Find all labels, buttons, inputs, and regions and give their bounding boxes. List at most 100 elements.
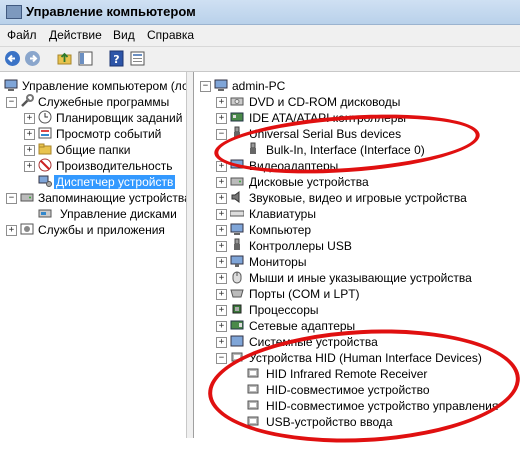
tree-label: Порты (COM и LPT)	[249, 287, 360, 301]
expand-icon[interactable]: +	[216, 177, 227, 188]
tree-label: Общие папки	[56, 143, 131, 157]
hid-icon	[231, 352, 243, 362]
tree-label: Управление компьютером (лока	[22, 79, 187, 93]
expand-icon[interactable]: +	[216, 241, 227, 252]
dvd-drive-icon	[230, 97, 244, 106]
tree-label: Контроллеры USB	[249, 239, 352, 253]
tree-label: Службы и приложения	[38, 223, 165, 237]
expand-icon[interactable]: +	[216, 161, 227, 172]
disk-drive-icon	[230, 177, 244, 186]
port-icon	[230, 289, 244, 298]
help-icon[interactable]: ?	[108, 50, 125, 67]
collapse-icon[interactable]: −	[216, 129, 227, 140]
tree-label-selected: Диспетчер устройств	[54, 175, 176, 189]
title-bar: Управление компьютером	[0, 0, 520, 25]
tree-label: Запоминающие устройства	[38, 191, 187, 205]
computer-management-icon	[6, 5, 22, 19]
expand-icon[interactable]: +	[216, 273, 227, 284]
tree-label: Процессоры	[249, 303, 319, 317]
svg-text:?: ?	[113, 53, 119, 66]
computer-management-icon	[4, 79, 18, 91]
tree-label: Мыши и иные указывающие устройства	[249, 271, 472, 285]
tree-label: Звуковые, видео и игровые устройства	[249, 191, 467, 205]
tree-label: Видеоадаптеры	[249, 159, 339, 173]
expand-icon[interactable]: +	[216, 209, 227, 220]
speaker-icon	[231, 191, 240, 203]
disk-management-icon	[38, 209, 52, 218]
expand-icon[interactable]: +	[216, 97, 227, 108]
tools-icon	[21, 94, 34, 107]
expand-icon[interactable]: +	[216, 113, 227, 124]
menu-file[interactable]: Файл	[7, 28, 37, 42]
tree-label: Мониторы	[249, 255, 307, 269]
tree-label: DVD и CD-ROM дисководы	[249, 95, 401, 109]
device-manager-icon	[38, 175, 52, 187]
storage-icon	[20, 193, 34, 202]
device-tree: − admin-PC + DVD и CD-ROM дисководы + ID…	[194, 72, 520, 438]
console-tree: Управление компьютером (лока − Служебные…	[0, 72, 187, 438]
expand-icon[interactable]: +	[216, 289, 227, 300]
services-icon	[20, 223, 34, 235]
up-folder-icon[interactable]	[56, 50, 73, 67]
tree-label: Производительность	[56, 159, 173, 173]
menu-view[interactable]: Вид	[113, 28, 135, 42]
tree-label: HID Infrared Remote Receiver	[266, 367, 428, 381]
window-title: Управление компьютером	[26, 4, 196, 19]
tree-label: Компьютер	[249, 223, 312, 237]
performance-icon	[38, 158, 52, 172]
processor-icon	[232, 304, 242, 314]
shared-folder-icon	[38, 143, 52, 155]
menu-help[interactable]: Справка	[147, 28, 194, 42]
collapse-icon[interactable]: −	[200, 81, 211, 92]
expand-icon[interactable]: +	[216, 257, 227, 268]
keyboard-icon	[230, 210, 244, 217]
tree-label: HID-совместимое устройство	[266, 383, 430, 397]
tree-label: Клавиатуры	[249, 207, 316, 221]
expand-icon[interactable]: +	[216, 193, 227, 204]
back-arrow-icon[interactable]	[4, 50, 21, 67]
expand-icon[interactable]: +	[216, 321, 227, 332]
forward-arrow-icon[interactable]	[24, 50, 41, 67]
expand-icon[interactable]: +	[6, 225, 17, 236]
tree-label: Сетевые адаптеры	[249, 319, 356, 333]
collapse-icon[interactable]: −	[6, 97, 17, 108]
hid-device-icon	[247, 400, 259, 410]
usb-plug-icon	[234, 126, 240, 138]
expand-icon[interactable]: +	[24, 161, 35, 172]
menu-bar: Файл Действие Вид Справка	[0, 25, 520, 47]
tree-label: HID-совместимое устройство управления	[266, 399, 499, 413]
tree-label: Просмотр событий	[56, 127, 162, 141]
monitor-icon	[230, 255, 244, 267]
tree-label: admin-PC	[232, 79, 286, 93]
expand-icon[interactable]: +	[216, 337, 227, 348]
tree-label: Дисковые устройства	[249, 175, 369, 189]
display-adapter-icon	[230, 159, 244, 169]
hid-device-icon	[247, 368, 259, 378]
pane-splitter[interactable]	[187, 72, 194, 438]
tree-label: Планировщик заданий	[56, 111, 183, 125]
collapse-icon[interactable]: −	[6, 193, 17, 204]
expand-icon[interactable]: +	[24, 113, 35, 124]
expand-icon[interactable]: +	[216, 225, 227, 236]
tree-label: Системные устройства	[249, 335, 378, 349]
tree-label: Устройства HID (Human Interface Devices)	[249, 351, 482, 365]
computer-icon	[230, 223, 244, 235]
mouse-icon	[232, 271, 242, 284]
menu-action[interactable]: Действие	[49, 28, 102, 42]
tree-label: Universal Serial Bus devices	[249, 127, 402, 141]
show-hide-tree-icon[interactable]	[77, 50, 94, 67]
expand-icon[interactable]: +	[216, 305, 227, 316]
expand-icon[interactable]: +	[24, 129, 35, 140]
properties-icon[interactable]	[129, 50, 146, 67]
clock-icon	[38, 110, 52, 124]
expand-icon[interactable]: +	[24, 145, 35, 156]
tree-label: USB-устройство ввода	[266, 415, 393, 429]
tree-label: IDE ATA/ATAPI контроллеры	[249, 111, 407, 125]
ide-controller-icon	[230, 112, 244, 122]
hid-device-icon	[247, 384, 259, 394]
hid-device-icon	[247, 416, 259, 426]
toolbar: ?	[0, 47, 520, 72]
tree-label: Управление дисками	[60, 207, 177, 221]
collapse-icon[interactable]: −	[216, 353, 227, 364]
tree-label: Служебные программы	[38, 95, 170, 109]
